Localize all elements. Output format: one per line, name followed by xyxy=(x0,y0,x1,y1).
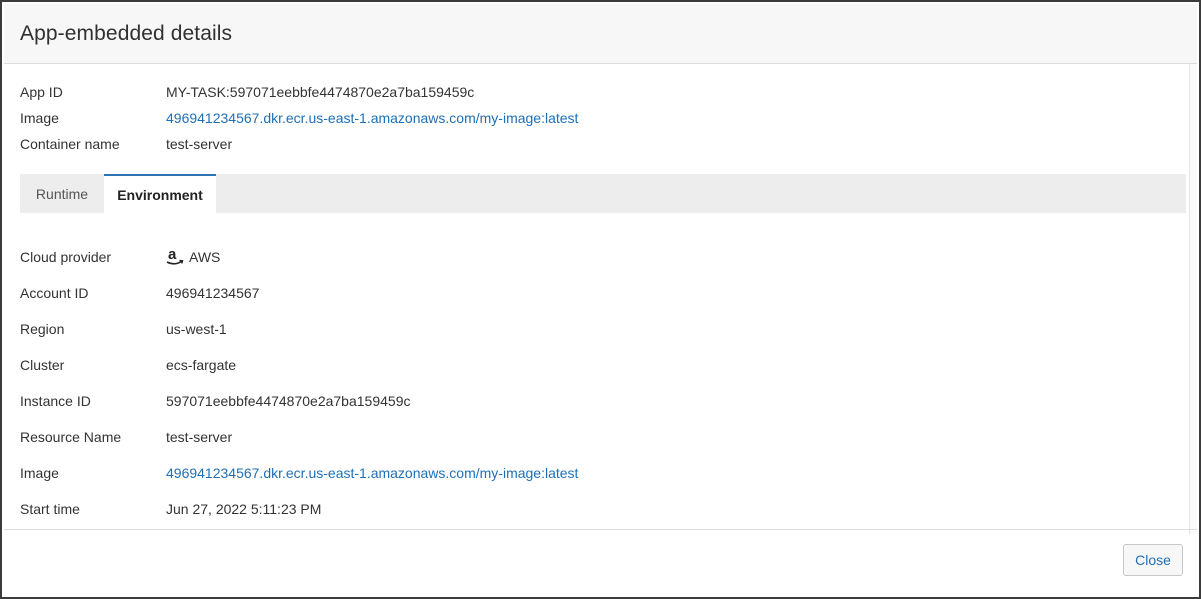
account-id-row: Account ID 496941234567 xyxy=(20,283,259,303)
region-row: Region us-west-1 xyxy=(20,319,227,339)
app-embedded-details-dialog: App-embedded details App ID MY-TASK:5970… xyxy=(4,4,1197,595)
tab-runtime[interactable]: Runtime xyxy=(20,174,104,213)
env-image-label: Image xyxy=(20,465,59,481)
app-id-row: App ID MY-TASK:597071eebbfe4474870e2a7ba… xyxy=(20,82,474,102)
close-button[interactable]: Close xyxy=(1123,544,1183,576)
image-link[interactable]: 496941234567.dkr.ecr.us-east-1.amazonaws… xyxy=(166,110,578,126)
dialog-title: App-embedded details xyxy=(20,21,233,45)
start-time-value: Jun 27, 2022 5:11:23 PM xyxy=(166,501,322,517)
cloud-provider-text: AWS xyxy=(189,249,221,265)
app-id-value: MY-TASK:597071eebbfe4474870e2a7ba159459c xyxy=(166,84,475,100)
env-image-link[interactable]: 496941234567.dkr.ecr.us-east-1.amazonaws… xyxy=(166,465,578,481)
account-id-value: 496941234567 xyxy=(166,285,260,301)
account-id-label: Account ID xyxy=(20,285,89,301)
tab-environment[interactable]: Environment xyxy=(104,174,216,213)
dialog-footer: Close xyxy=(4,529,1197,595)
start-time-label: Start time xyxy=(20,501,80,517)
container-name-row: Container name test-server xyxy=(20,134,232,154)
dialog-frame: App-embedded details App ID MY-TASK:5970… xyxy=(0,0,1201,599)
start-time-row: Start time Jun 27, 2022 5:11:23 PM xyxy=(20,499,321,519)
region-value: us-west-1 xyxy=(166,321,227,337)
cluster-value: ecs-fargate xyxy=(166,357,237,373)
image-row: Image 496941234567.dkr.ecr.us-east-1.ama… xyxy=(20,108,578,128)
svg-text:a: a xyxy=(168,247,177,263)
container-name-value: test-server xyxy=(166,136,233,152)
resource-name-row: Resource Name test-server xyxy=(20,427,232,447)
container-name-label: Container name xyxy=(20,136,120,152)
app-id-label: App ID xyxy=(20,84,63,100)
instance-id-label: Instance ID xyxy=(20,393,91,409)
resource-name-label: Resource Name xyxy=(20,429,122,445)
image-label: Image xyxy=(20,110,59,126)
cloud-provider-row: Cloud provider a AWS xyxy=(20,247,220,267)
cluster-row: Cluster ecs-fargate xyxy=(20,355,236,375)
env-image-row: Image 496941234567.dkr.ecr.us-east-1.ama… xyxy=(20,463,578,483)
cloud-provider-label: Cloud provider xyxy=(20,249,112,265)
tab-bar: Runtime Environment xyxy=(20,174,1186,213)
instance-id-row: Instance ID 597071eebbfe4474870e2a7ba159… xyxy=(20,391,410,411)
dialog-header: App-embedded details xyxy=(4,4,1197,64)
resource-name-value: test-server xyxy=(166,429,233,445)
amazon-logo-icon: a xyxy=(166,247,184,265)
region-label: Region xyxy=(20,321,65,337)
cluster-label: Cluster xyxy=(20,357,65,373)
cloud-provider-value: a AWS xyxy=(166,247,220,267)
instance-id-value: 597071eebbfe4474870e2a7ba159459c xyxy=(166,393,411,409)
scrollbar-track[interactable] xyxy=(1189,64,1197,534)
